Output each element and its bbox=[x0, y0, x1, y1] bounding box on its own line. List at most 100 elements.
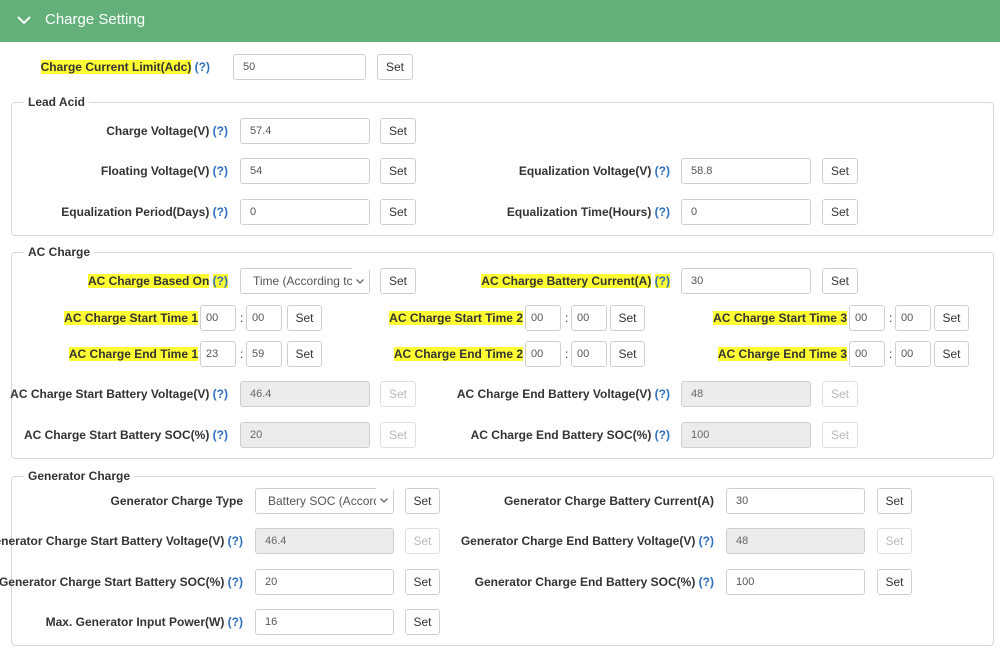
ac-charge-battery-current-input[interactable]: 30 bbox=[681, 268, 811, 294]
equalization-time-input[interactable]: 0 bbox=[681, 199, 811, 225]
generator-charge-start-battery-soc-label: Generator Charge Start Battery SOC(%) (?… bbox=[0, 575, 243, 589]
max-generator-input-power-set-button[interactable]: Set bbox=[405, 609, 440, 635]
help-icon[interactable]: (?) bbox=[655, 387, 670, 401]
generator-charge-battery-current-set-button[interactable]: Set bbox=[877, 488, 912, 514]
generator-charge-type-set-button[interactable]: Set bbox=[405, 488, 440, 514]
ac-charge-end-time-3-set-button[interactable]: Set bbox=[934, 341, 969, 367]
charge-current-limit-input[interactable]: 50 bbox=[233, 54, 366, 80]
time-separator: : bbox=[240, 347, 244, 361]
ac-charge-start-time-2-set-button[interactable]: Set bbox=[610, 305, 645, 331]
help-icon[interactable]: (?) bbox=[228, 615, 243, 629]
generator-charge-start-battery-voltage-label: Generator Charge Start Battery Voltage(V… bbox=[0, 534, 243, 548]
floating-voltage-set-button[interactable]: Set bbox=[380, 158, 416, 184]
help-icon[interactable]: (?) bbox=[228, 534, 243, 548]
ac-charge-end-time-3-minute[interactable]: 00 bbox=[895, 341, 931, 367]
help-icon[interactable]: (?) bbox=[699, 534, 714, 548]
ac-charge-end-battery-soc-set-button: Set bbox=[822, 422, 858, 448]
help-icon[interactable]: (?) bbox=[655, 164, 670, 178]
help-icon[interactable]: (?) bbox=[212, 274, 228, 288]
ac-charge-end-time-3-label: AC Charge End Time 3 bbox=[717, 347, 847, 361]
charge-current-limit-set-button[interactable]: Set bbox=[377, 54, 413, 80]
ac-charge-end-time-3-hour[interactable]: 00 bbox=[849, 341, 885, 367]
ac-charge-start-time-3-minute[interactable]: 00 bbox=[895, 305, 931, 331]
generator-charge-end-battery-voltage-label: Generator Charge End Battery Voltage(V) … bbox=[460, 534, 714, 548]
ac-charge-end-time-1-minute[interactable]: 59 bbox=[246, 341, 282, 367]
help-icon[interactable]: (?) bbox=[228, 575, 243, 589]
help-icon[interactable]: (?) bbox=[654, 274, 670, 288]
ac-charge-start-time-3-hour[interactable]: 00 bbox=[849, 305, 885, 331]
ac-charge-start-time-2-hour[interactable]: 00 bbox=[525, 305, 561, 331]
ac-charge-start-time-1-hour[interactable]: 00 bbox=[200, 305, 236, 331]
ac-charge-start-time-1-label: AC Charge Start Time 1 bbox=[64, 311, 198, 325]
ac-charge-start-time-1-set-button[interactable]: Set bbox=[287, 305, 322, 331]
ac-charge-end-time-1-label: AC Charge End Time 1 bbox=[68, 347, 198, 361]
help-icon[interactable]: (?) bbox=[213, 387, 228, 401]
ac-charge-end-battery-voltage-label: AC Charge End Battery Voltage(V) (?) bbox=[456, 387, 670, 401]
generator-charge-type-label: Generator Charge Type bbox=[110, 494, 243, 508]
ac-charge-start-time-2-label: AC Charge Start Time 2 bbox=[389, 311, 523, 325]
ac-charge-start-time-1-minute[interactable]: 00 bbox=[246, 305, 282, 331]
charge-voltage-input[interactable]: 57.4 bbox=[240, 118, 370, 144]
ac-charge-based-on-label: AC Charge Based On (?) bbox=[87, 274, 228, 288]
chevron-down-icon[interactable] bbox=[16, 12, 32, 28]
generator-charge-start-battery-soc-set-button[interactable]: Set bbox=[405, 569, 440, 595]
equalization-voltage-set-button[interactable]: Set bbox=[822, 158, 858, 184]
dropdown-arrow-icon bbox=[356, 279, 364, 284]
ac-charge-start-time-2-minute[interactable]: 00 bbox=[571, 305, 607, 331]
help-icon[interactable]: (?) bbox=[213, 124, 228, 138]
generator-charge-end-battery-soc-input[interactable]: 100 bbox=[726, 569, 865, 595]
help-icon[interactable]: (?) bbox=[699, 575, 714, 589]
ac-charge-end-battery-voltage-input: 48 bbox=[681, 381, 811, 407]
ac-charge-based-on-select[interactable]: Time (According tc bbox=[240, 268, 370, 294]
generator-charge-end-battery-voltage-set-button: Set bbox=[877, 528, 912, 554]
time-separator: : bbox=[889, 347, 893, 361]
charge-voltage-set-button[interactable]: Set bbox=[380, 118, 416, 144]
ac-charge-based-on-set-button[interactable]: Set bbox=[380, 268, 416, 294]
ac-charge-end-time-1-hour[interactable]: 23 bbox=[200, 341, 236, 367]
time-separator: : bbox=[240, 311, 244, 325]
generator-charge-battery-current-input[interactable]: 30 bbox=[726, 488, 865, 514]
ac-charge-end-time-2-minute[interactable]: 00 bbox=[571, 341, 607, 367]
max-generator-input-power-input[interactable]: 16 bbox=[255, 609, 394, 635]
help-icon[interactable]: (?) bbox=[213, 205, 228, 219]
help-icon[interactable]: (?) bbox=[213, 164, 228, 178]
help-icon[interactable]: (?) bbox=[655, 205, 670, 219]
equalization-period-label: Equalization Period(Days) (?) bbox=[61, 205, 228, 219]
ac-charge-end-battery-soc-label: AC Charge End Battery SOC(%) (?) bbox=[470, 428, 670, 442]
equalization-time-set-button[interactable]: Set bbox=[822, 199, 858, 225]
equalization-period-set-button[interactable]: Set bbox=[380, 199, 416, 225]
generator-charge-end-battery-soc-set-button[interactable]: Set bbox=[877, 569, 912, 595]
ac-charge-legend: AC Charge bbox=[24, 245, 95, 259]
floating-voltage-input[interactable]: 54 bbox=[240, 158, 370, 184]
equalization-period-input[interactable]: 0 bbox=[240, 199, 370, 225]
section-header[interactable]: Charge Setting bbox=[0, 0, 1000, 42]
generator-charge-end-battery-soc-label: Generator Charge End Battery SOC(%) (?) bbox=[474, 575, 714, 589]
generator-charge-legend: Generator Charge bbox=[24, 469, 135, 483]
time-separator: : bbox=[565, 347, 569, 361]
equalization-voltage-label: Equalization Voltage(V) (?) bbox=[518, 164, 670, 178]
ac-charge-start-battery-voltage-input: 46.4 bbox=[240, 381, 370, 407]
generator-charge-start-battery-voltage-input: 46.4 bbox=[255, 528, 394, 554]
time-separator: : bbox=[565, 311, 569, 325]
help-icon[interactable]: (?) bbox=[655, 428, 670, 442]
generator-charge-start-battery-soc-input[interactable]: 20 bbox=[255, 569, 394, 595]
generator-charge-end-battery-voltage-input: 48 bbox=[726, 528, 865, 554]
generator-charge-type-select[interactable]: Battery SOC (Accord bbox=[255, 488, 394, 514]
ac-charge-end-time-1-set-button[interactable]: Set bbox=[287, 341, 322, 367]
ac-charge-battery-current-set-button[interactable]: Set bbox=[822, 268, 858, 294]
ac-charge-end-time-2-hour[interactable]: 00 bbox=[525, 341, 561, 367]
ac-charge-start-battery-voltage-set-button: Set bbox=[380, 381, 416, 407]
charge-voltage-label: Charge Voltage(V) (?) bbox=[106, 124, 228, 138]
help-icon[interactable]: (?) bbox=[195, 60, 210, 74]
ac-charge-end-battery-soc-input: 100 bbox=[681, 422, 811, 448]
lead-acid-legend: Lead Acid bbox=[24, 95, 89, 109]
generator-charge-start-battery-voltage-set-button: Set bbox=[405, 528, 440, 554]
ac-charge-start-battery-soc-input: 20 bbox=[240, 422, 370, 448]
dropdown-arrow-icon bbox=[380, 498, 388, 503]
section-title: Charge Setting bbox=[45, 11, 146, 28]
equalization-voltage-input[interactable]: 58.8 bbox=[681, 158, 811, 184]
help-icon[interactable]: (?) bbox=[213, 428, 228, 442]
ac-charge-start-time-3-set-button[interactable]: Set bbox=[934, 305, 969, 331]
ac-charge-start-battery-voltage-label: AC Charge Start Battery Voltage(V) (?) bbox=[10, 387, 228, 401]
ac-charge-end-time-2-set-button[interactable]: Set bbox=[610, 341, 645, 367]
